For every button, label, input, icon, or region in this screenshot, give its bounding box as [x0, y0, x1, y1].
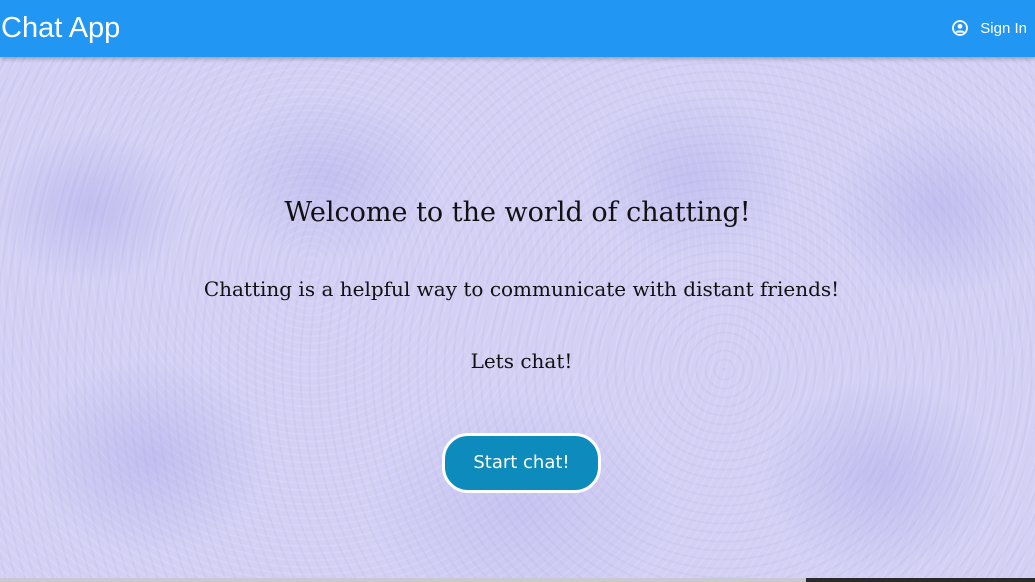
taskbar-fragment: [806, 578, 1035, 582]
lets-chat-text: Lets chat!: [470, 349, 573, 373]
brand-title[interactable]: Chat App: [1, 10, 120, 46]
hero-section: Welcome to the world of chatting! Chatti…: [0, 57, 1035, 578]
start-chat-button[interactable]: Start chat!: [442, 433, 601, 493]
navbar: Chat App Sign In: [0, 0, 1035, 57]
description-text: Chatting is a helpful way to communicate…: [203, 277, 840, 301]
app-window: Chat App Sign In Welcome to the world of…: [0, 0, 1035, 582]
sign-in-link[interactable]: Sign In: [952, 15, 1027, 41]
user-circle-icon: [952, 20, 969, 36]
welcome-heading: Welcome to the world of chatting!: [284, 197, 751, 228]
sign-in-label: Sign In: [980, 19, 1027, 37]
